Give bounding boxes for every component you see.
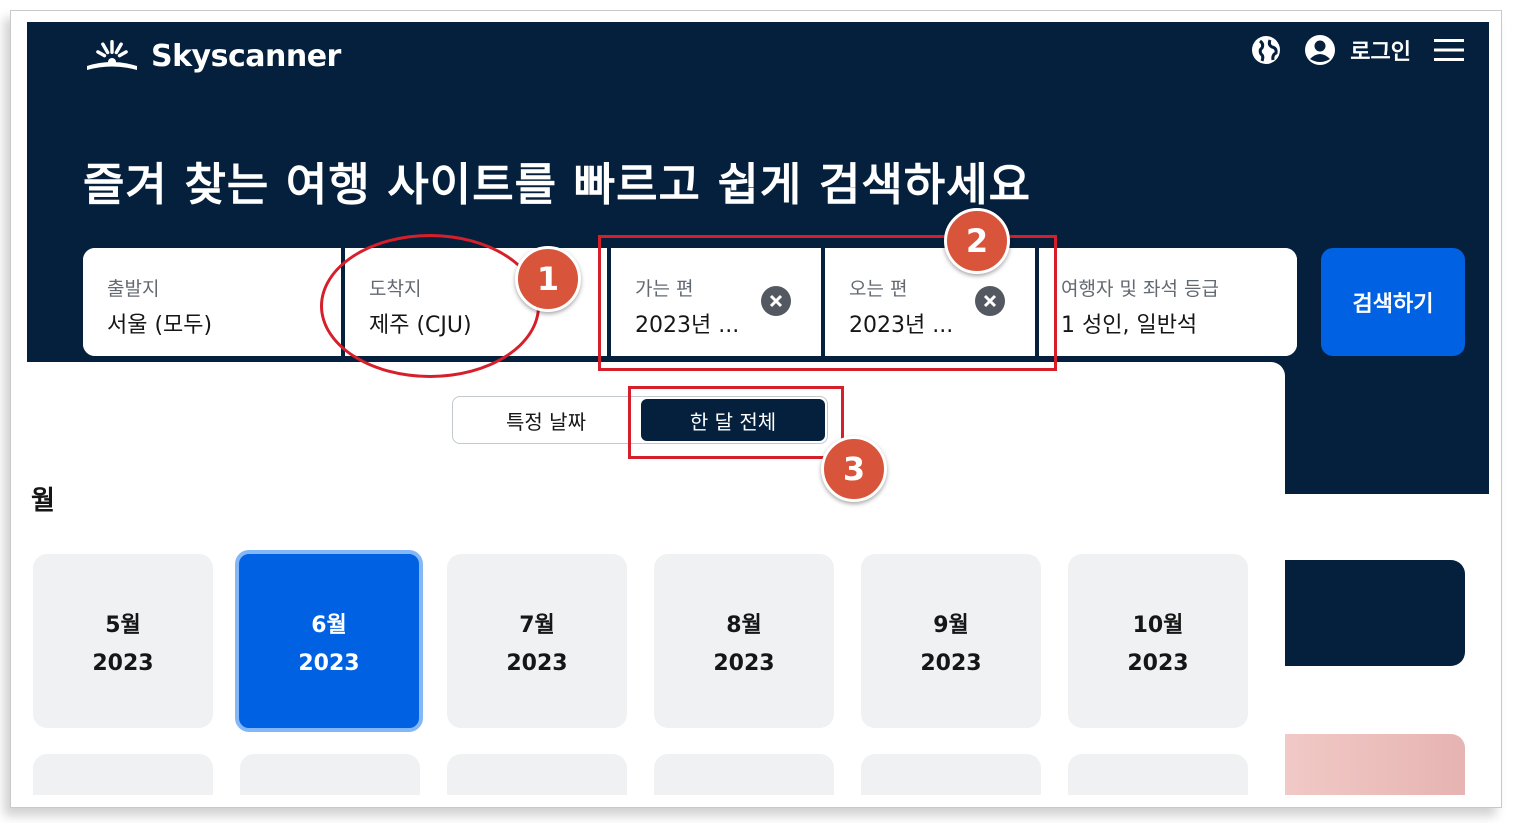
month-card-next-row[interactable]: [861, 754, 1041, 795]
background-banner: [1285, 560, 1465, 666]
annotation-badge-3: 3: [821, 436, 887, 502]
month-card-october[interactable]: 10월 2023: [1068, 554, 1248, 728]
month-card-june[interactable]: 6월 2023: [235, 550, 423, 732]
origin-value: 서울 (모두): [107, 313, 213, 338]
month-name: 8월: [726, 612, 762, 638]
month-card-next-row[interactable]: [1068, 754, 1248, 795]
login-label: 로그인: [1350, 40, 1411, 65]
month-card-september[interactable]: 9월 2023: [861, 554, 1041, 728]
month-card-august[interactable]: 8월 2023: [654, 554, 834, 728]
background-image-card: [1285, 734, 1465, 795]
menu-icon[interactable]: [1433, 37, 1465, 63]
month-year: 2023: [713, 650, 775, 676]
month-name: 6월: [311, 612, 347, 638]
month-name: 10월: [1132, 612, 1184, 638]
month-name: 7월: [519, 612, 555, 638]
sunrise-logo-icon: [87, 40, 137, 70]
account-icon: [1305, 35, 1336, 65]
month-card-july[interactable]: 7월 2023: [447, 554, 627, 728]
travellers-value: 1 성인, 일반석: [1061, 313, 1198, 338]
origin-field[interactable]: 출발지 서울 (모두): [83, 248, 341, 356]
header-actions: 로그인: [1250, 34, 1465, 66]
annotation-box-whole-month: [628, 386, 844, 459]
travellers-label: 여행자 및 좌석 등급: [1061, 278, 1219, 300]
globe-icon[interactable]: [1250, 34, 1282, 66]
month-card-next-row[interactable]: [654, 754, 834, 795]
month-card-may[interactable]: 5월 2023: [33, 554, 213, 728]
month-year: 2023: [1127, 650, 1189, 676]
month-card-next-row[interactable]: [240, 754, 420, 795]
month-year: 2023: [920, 650, 982, 676]
annotation-badge-2: 2: [944, 208, 1010, 274]
origin-label: 출발지: [107, 278, 160, 300]
month-year: 2023: [298, 650, 360, 676]
search-button[interactable]: 검색하기: [1321, 248, 1465, 356]
skyscanner-logo[interactable]: Skyscanner: [83, 34, 341, 78]
month-name: 9월: [933, 612, 969, 638]
month-card-next-row[interactable]: [447, 754, 627, 795]
month-section-title: 월: [31, 486, 55, 516]
login-button[interactable]: 로그인: [1304, 34, 1411, 66]
month-name: 5월: [105, 612, 141, 638]
month-year: 2023: [92, 650, 154, 676]
month-year: 2023: [506, 650, 568, 676]
month-card-next-row[interactable]: [33, 754, 213, 795]
annotation-badge-1: 1: [515, 246, 581, 312]
brand-name: Skyscanner: [151, 38, 341, 74]
specific-date-tab[interactable]: 특정 날짜: [453, 397, 639, 443]
page-title: 즐겨 찾는 여행 사이트를 빠르고 쉽게 검색하세요: [83, 158, 1032, 211]
travellers-field[interactable]: 여행자 및 좌석 등급 1 성인, 일반석: [1035, 248, 1297, 356]
annotation-ellipse-destination: [320, 234, 540, 378]
